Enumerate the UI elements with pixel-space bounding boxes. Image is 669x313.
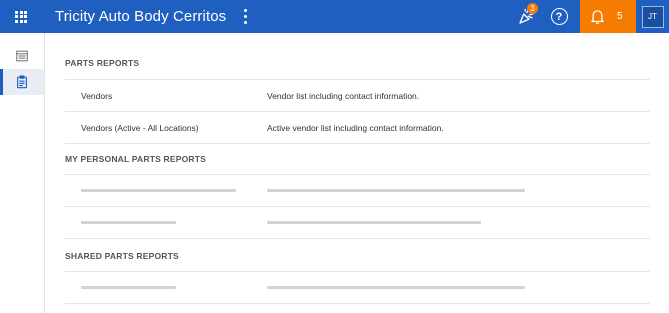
celebrate-badge: 3: [527, 3, 538, 14]
notification-count: 5: [617, 11, 623, 22]
placeholder-bar: [267, 189, 525, 192]
report-description: Vendor list including contact informatio…: [267, 91, 420, 101]
report-list-icon: [16, 50, 28, 62]
divider: [65, 143, 650, 144]
help-button[interactable]: ?: [546, 0, 572, 33]
sidebar: [0, 33, 45, 313]
sidebar-item-reports[interactable]: [0, 43, 44, 69]
section-title-my-personal: MY PERSONAL PARTS REPORTS: [65, 154, 207, 164]
app-title: Tricity Auto Body Cerritos: [55, 8, 227, 25]
placeholder-row: [65, 271, 650, 303]
apps-grid-icon: [15, 10, 27, 23]
placeholder-row: [65, 206, 650, 238]
placeholder-bar: [267, 286, 525, 289]
divider: [65, 238, 650, 239]
main-content: PARTS REPORTS Vendors Vendor list includ…: [46, 33, 669, 313]
section-title-parts-reports: PARTS REPORTS: [65, 58, 140, 68]
report-name: Vendors: [81, 91, 113, 101]
user-menu-button[interactable]: JT: [636, 0, 669, 33]
divider: [65, 303, 650, 304]
sidebar-item-parts-reports[interactable]: [0, 69, 44, 95]
placeholder-bar: [81, 286, 176, 289]
clipboard-icon: [17, 75, 27, 89]
celebrate-button[interactable]: 3: [512, 0, 540, 33]
help-icon: ?: [550, 8, 568, 25]
report-row-vendors-active[interactable]: Vendors (Active - All Locations) Active …: [65, 111, 650, 143]
placeholder-bar: [267, 221, 481, 224]
notifications-button[interactable]: 5: [580, 0, 636, 33]
avatar: JT: [641, 5, 664, 28]
placeholder-bar: [81, 221, 176, 224]
topbar-actions: 3 ? 5 JT: [512, 0, 669, 33]
report-row-vendors[interactable]: Vendors Vendor list including contact in…: [65, 79, 650, 111]
more-vert-icon[interactable]: [236, 0, 254, 33]
apps-menu-button[interactable]: [0, 0, 42, 33]
report-name: Vendors (Active - All Locations): [81, 123, 199, 133]
placeholder-row: [65, 174, 650, 206]
placeholder-bar: [81, 189, 236, 192]
top-app-bar: Tricity Auto Body Cerritos 3 ? 5 JT: [0, 0, 669, 33]
bell-icon: [591, 10, 604, 24]
section-title-shared: SHARED PARTS REPORTS: [65, 251, 179, 261]
report-description: Active vendor list including contact inf…: [267, 123, 444, 133]
